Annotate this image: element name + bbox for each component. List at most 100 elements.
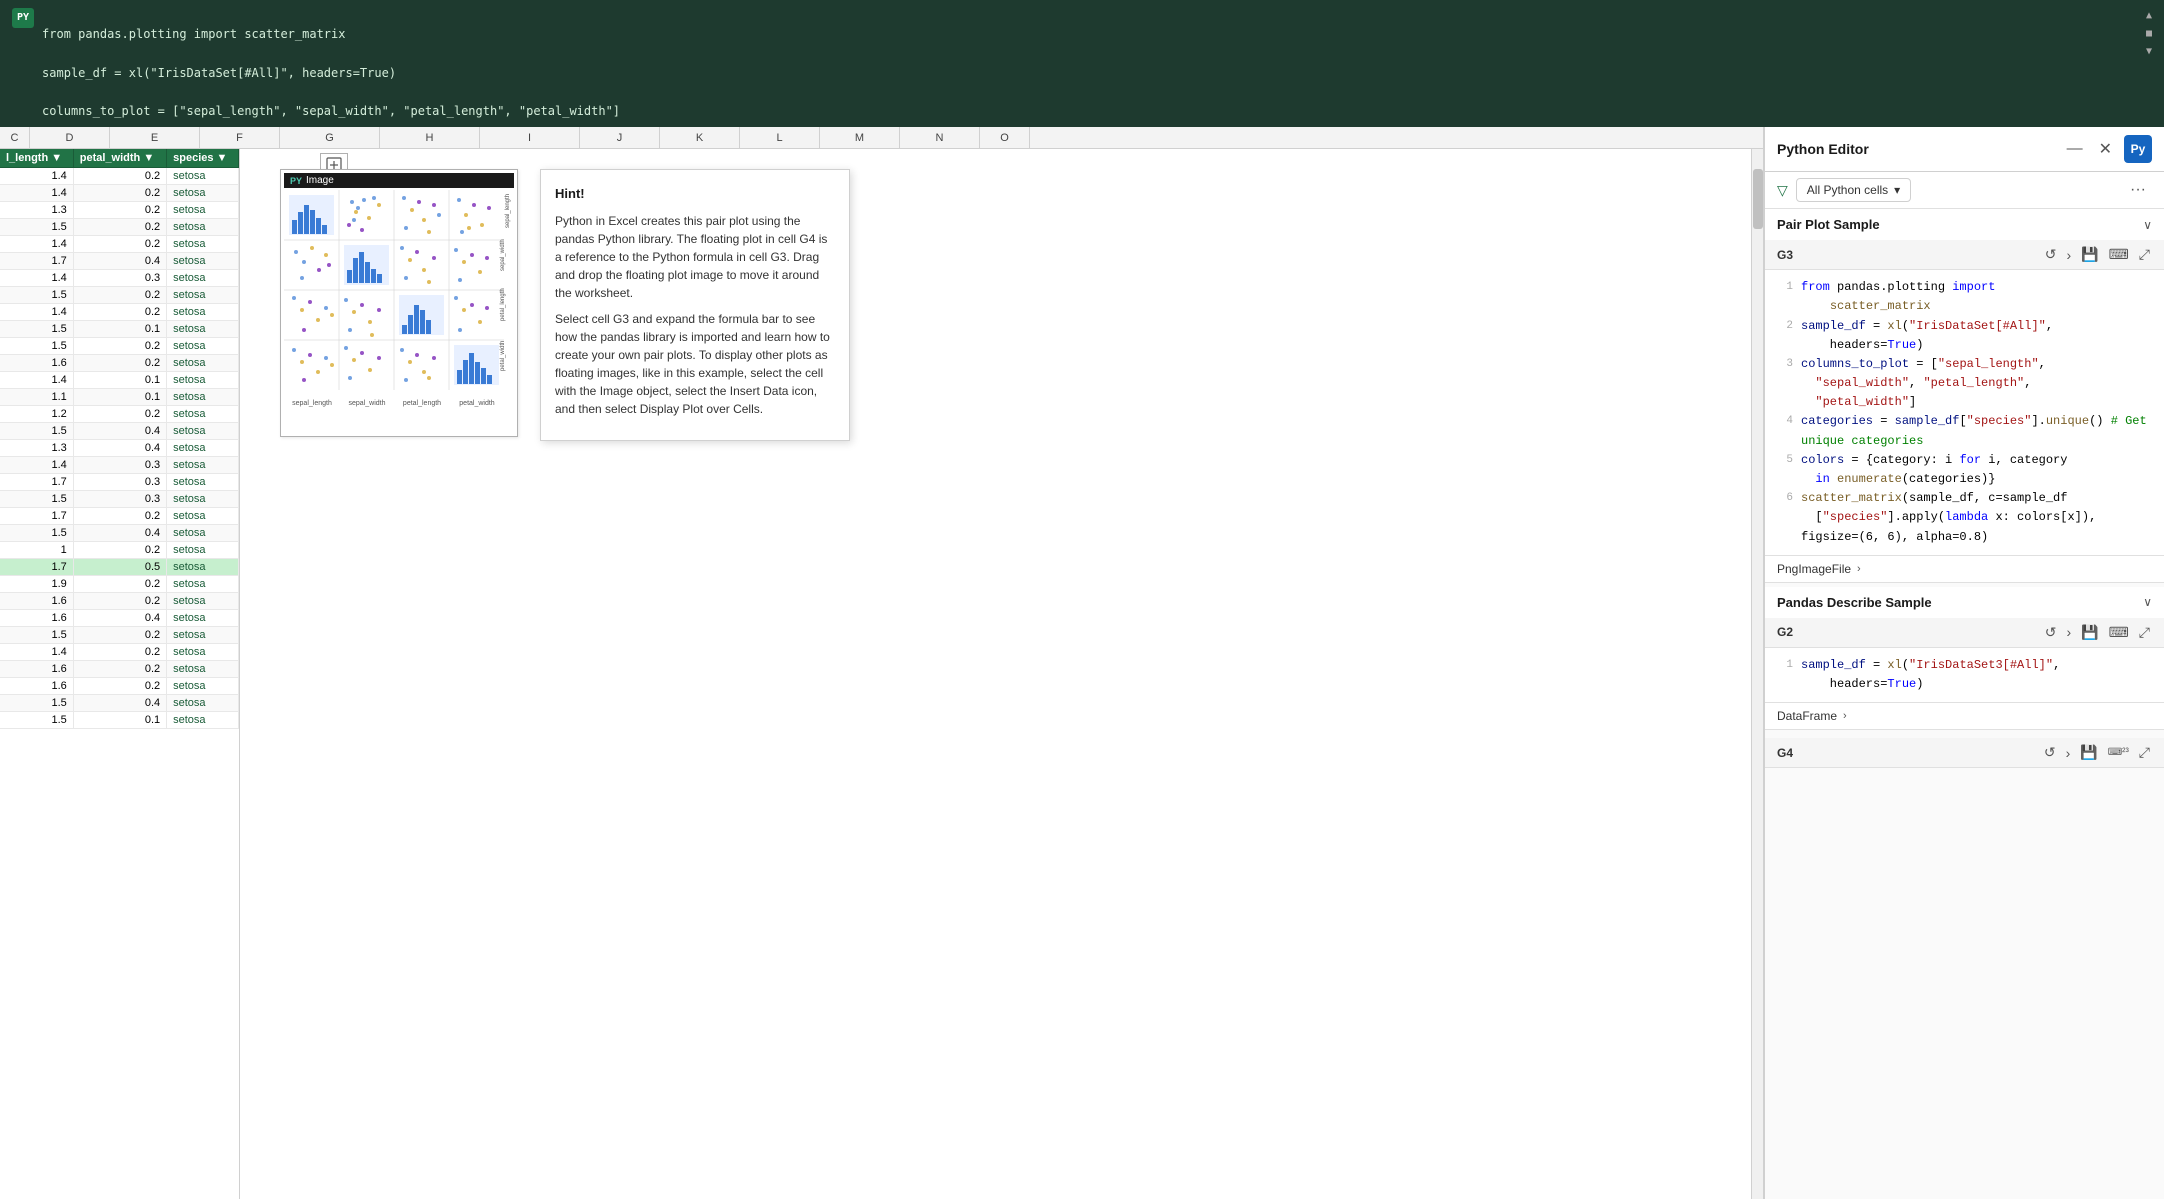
table-cell: setosa: [167, 321, 239, 338]
undo-button-g3[interactable]: ↺: [2043, 244, 2059, 265]
undo-button-g2[interactable]: ↺: [2043, 622, 2059, 643]
dataframe-output[interactable]: DataFrame ›: [1765, 702, 2164, 729]
code-editor-g3: 1 from pandas.plotting import scatter_ma…: [1765, 270, 2164, 555]
scroll-down-icon[interactable]: ▼: [2146, 44, 2152, 60]
table-row[interactable]: 1.50.2setosa: [0, 627, 239, 644]
th-species: species ▼: [167, 149, 239, 168]
table-row[interactable]: 1.50.4setosa: [0, 423, 239, 440]
code-line-1b: scatter_matrix: [1777, 297, 2152, 316]
chevron-button-g2[interactable]: ›: [2064, 622, 2073, 642]
table-cell: 1.4: [0, 185, 73, 202]
table-row[interactable]: 1.60.2setosa: [0, 678, 239, 695]
main-area: C D E F G H I J K L M N O l_length ▼: [0, 127, 2164, 1199]
table-row[interactable]: 1.50.4setosa: [0, 525, 239, 542]
table-cell: 0.4: [73, 423, 166, 440]
table-row[interactable]: 1.70.2setosa: [0, 508, 239, 525]
table-row[interactable]: 1.50.2setosa: [0, 287, 239, 304]
table-row[interactable]: 1.50.1setosa: [0, 712, 239, 729]
dataframe-label: DataFrame: [1777, 709, 1837, 723]
table-cell: setosa: [167, 695, 239, 712]
more-options-button[interactable]: ···: [2124, 179, 2152, 201]
table-row[interactable]: 1.40.3setosa: [0, 270, 239, 287]
table-row[interactable]: 1.40.2setosa: [0, 236, 239, 253]
table-row[interactable]: 1.50.1setosa: [0, 321, 239, 338]
table-row[interactable]: 1.50.3setosa: [0, 491, 239, 508]
table-row[interactable]: 1.20.2setosa: [0, 406, 239, 423]
editor-title: Python Editor: [1777, 141, 2055, 157]
scrollbar-thumb[interactable]: [1753, 169, 1763, 229]
table-cell: setosa: [167, 474, 239, 491]
table-cell: setosa: [167, 423, 239, 440]
save-button-g2[interactable]: 💾: [2079, 622, 2100, 643]
th-petal-width: petal_width ▼: [73, 149, 166, 168]
table-row[interactable]: 1.40.2setosa: [0, 644, 239, 661]
table-row[interactable]: 1.70.5setosa: [0, 559, 239, 576]
grid-scrollbar[interactable]: [1751, 149, 1763, 1199]
hint-paragraph-1: Python in Excel creates this pair plot u…: [555, 212, 835, 302]
data-table[interactable]: l_length ▼ petal_width ▼ species ▼ 1.40.…: [0, 149, 240, 1199]
expand-button-g4[interactable]: ⤢: [2137, 742, 2152, 763]
chevron-button-g3[interactable]: ›: [2064, 245, 2073, 265]
undo-button-g4[interactable]: ↺: [2042, 742, 2058, 763]
table-row[interactable]: 1.40.1setosa: [0, 372, 239, 389]
chevron-button-g4[interactable]: ›: [2064, 743, 2073, 763]
png-image-file-output[interactable]: PngImageFile ›: [1765, 555, 2164, 582]
table-row[interactable]: 1.50.4setosa: [0, 695, 239, 712]
cell-ref-bar-g2: G2 ↺ › 💾 ⌨ ⤢: [1765, 618, 2164, 648]
line-num-5: 5: [1777, 451, 1793, 470]
image-cell-label: PY Image: [284, 173, 514, 188]
pandas-describe-section-header[interactable]: Pandas Describe Sample ∨: [1765, 587, 2164, 618]
table-cell: 1.4: [0, 457, 73, 474]
table-row[interactable]: 1.60.2setosa: [0, 355, 239, 372]
hint-paragraph-2: Select cell G3 and expand the formula ba…: [555, 310, 835, 418]
table-row[interactable]: 1.10.1setosa: [0, 389, 239, 406]
table-cell: setosa: [167, 236, 239, 253]
run-button-g2[interactable]: ⌨: [2107, 622, 2131, 643]
save-button-g3[interactable]: 💾: [2079, 244, 2100, 265]
table-row[interactable]: 1.50.2setosa: [0, 219, 239, 236]
table-row[interactable]: 1.40.3setosa: [0, 457, 239, 474]
table-row[interactable]: 1.90.2setosa: [0, 576, 239, 593]
minimize-button[interactable]: —: [2063, 138, 2087, 160]
pandas-describe-section: Pandas Describe Sample ∨ G2 ↺ › 💾 ⌨ ⤢ 1: [1765, 587, 2164, 730]
table-cell: setosa: [167, 406, 239, 423]
run-button-g4-23[interactable]: ⌨²³: [2106, 745, 2131, 760]
save-button-g4[interactable]: 💾: [2078, 742, 2099, 763]
table-row[interactable]: 1.70.3setosa: [0, 474, 239, 491]
table-row[interactable]: 1.50.2setosa: [0, 338, 239, 355]
table-row[interactable]: 1.60.4setosa: [0, 610, 239, 627]
table-row[interactable]: 1.40.2setosa: [0, 185, 239, 202]
table-cell: 0.2: [73, 338, 166, 355]
pair-plot-section-header[interactable]: Pair Plot Sample ∨: [1765, 209, 2164, 240]
formula-scrollbar[interactable]: ▲ ■ ▼: [2146, 6, 2152, 60]
close-button[interactable]: ✕: [2095, 137, 2116, 161]
scroll-up-icon[interactable]: ▲: [2146, 8, 2152, 24]
image-label: Image: [306, 175, 334, 186]
png-image-file-label: PngImageFile: [1777, 562, 1851, 576]
expand-button-g3[interactable]: ⤢: [2137, 244, 2152, 265]
formula-bar: PY from pandas.plotting import scatter_m…: [0, 0, 2164, 127]
expand-button-g2[interactable]: ⤢: [2137, 622, 2152, 643]
editor-header-icons: — ✕ Py: [2063, 135, 2152, 163]
table-cell: setosa: [167, 219, 239, 236]
table-row[interactable]: 1.40.2setosa: [0, 168, 239, 185]
filter-label: All Python cells: [1807, 183, 1888, 197]
run-button-g3[interactable]: ⌨: [2107, 244, 2131, 265]
code-line-3: 3 columns_to_plot = ["sepal_length",: [1777, 355, 2152, 374]
table-row[interactable]: 1.30.4setosa: [0, 440, 239, 457]
table-row[interactable]: 1.40.2setosa: [0, 304, 239, 321]
table-row[interactable]: 1.60.2setosa: [0, 593, 239, 610]
table-row[interactable]: 1.60.2setosa: [0, 661, 239, 678]
table-cell: setosa: [167, 372, 239, 389]
table-cell: setosa: [167, 576, 239, 593]
table-cell: 0.2: [73, 202, 166, 219]
scroll-mid-icon[interactable]: ■: [2146, 26, 2152, 42]
table-cell: 0.4: [73, 610, 166, 627]
table-row[interactable]: 10.2setosa: [0, 542, 239, 559]
filter-all-python-cells[interactable]: All Python cells ▾: [1796, 178, 1911, 202]
table-row[interactable]: 1.70.4setosa: [0, 253, 239, 270]
col-header-n: N: [900, 127, 980, 148]
table-cell: setosa: [167, 168, 239, 185]
image-cell[interactable]: PY Image: [280, 169, 518, 437]
table-row[interactable]: 1.30.2setosa: [0, 202, 239, 219]
